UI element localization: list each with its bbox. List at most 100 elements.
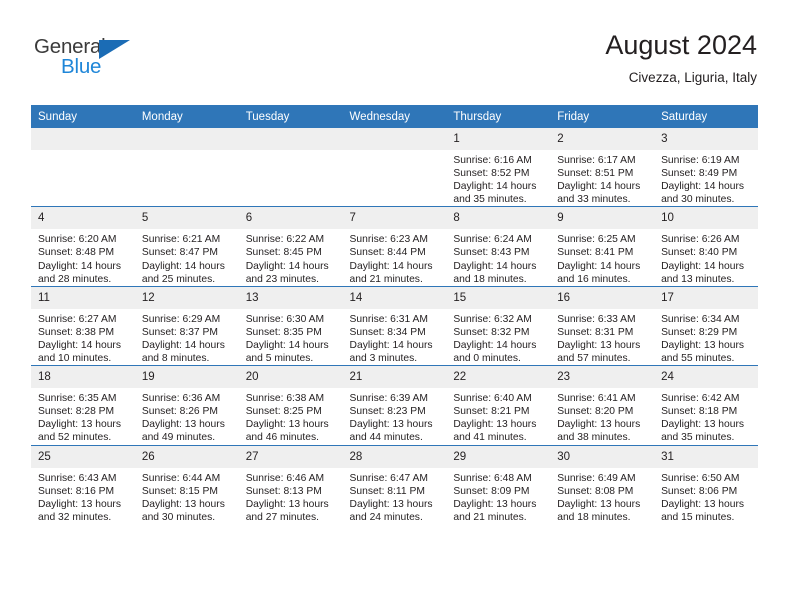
day-cell[interactable]: 7 Sunrise: 6:23 AM Sunset: 8:44 PM Dayli… (342, 206, 447, 287)
day-number: 30 (550, 445, 655, 468)
daylight-text: Daylight: 14 hours and 30 minutes. (661, 181, 745, 206)
day-cell[interactable]: 18 Sunrise: 6:35 AM Sunset: 8:28 PM Dayl… (31, 365, 135, 445)
day-cell[interactable]: 25 Sunrise: 6:43 AM Sunset: 8:16 PM Dayl… (31, 444, 135, 524)
day-details: Sunrise: 6:27 AM Sunset: 8:38 PM Dayligh… (31, 309, 135, 365)
day-number: 21 (342, 366, 447, 389)
week-row: 11 Sunrise: 6:27 AM Sunset: 8:38 PM Dayl… (31, 285, 758, 366)
day-cell[interactable] (238, 128, 343, 207)
day-cell[interactable]: 8 Sunrise: 6:24 AM Sunset: 8:43 PM Dayli… (446, 206, 551, 287)
sunrise-text: Sunrise: 6:24 AM (453, 234, 532, 246)
day-number: 23 (550, 366, 655, 389)
sunrise-text: Sunrise: 6:30 AM (245, 313, 325, 325)
day-cell[interactable]: 1 Sunrise: 6:16 AM Sunset: 8:52 PM Dayli… (446, 128, 551, 207)
sunrise-text: Sunrise: 6:27 AM (38, 313, 117, 325)
daylight-text: Daylight: 14 hours and 16 minutes. (557, 260, 641, 285)
sunset-text: Sunset: 8:48 PM (38, 247, 115, 259)
sunset-text: Sunset: 8:20 PM (557, 406, 634, 418)
logo-triangle-icon (99, 40, 130, 59)
day-details: Sunrise: 6:47 AM Sunset: 8:11 PM Dayligh… (343, 468, 447, 524)
day-cell[interactable]: 11 Sunrise: 6:27 AM Sunset: 8:38 PM Dayl… (31, 285, 135, 366)
sunset-text: Sunset: 8:06 PM (661, 485, 738, 497)
daylight-text: Daylight: 14 hours and 18 minutes. (453, 260, 537, 285)
daylight-text: Daylight: 13 hours and 30 minutes. (141, 498, 225, 523)
day-details: Sunrise: 6:21 AM Sunset: 8:47 PM Dayligh… (135, 229, 239, 285)
day-details: Sunrise: 6:43 AM Sunset: 8:16 PM Dayligh… (31, 468, 135, 524)
day-cell[interactable]: 29 Sunrise: 6:48 AM Sunset: 8:09 PM Dayl… (446, 444, 551, 524)
day-number: 8 (446, 207, 551, 230)
daylight-text: Daylight: 13 hours and 57 minutes. (557, 339, 641, 365)
sunrise-text: Sunrise: 6:33 AM (557, 313, 636, 325)
day-details: Sunrise: 6:36 AM Sunset: 8:26 PM Dayligh… (135, 388, 239, 444)
sunrise-text: Sunrise: 6:44 AM (141, 472, 221, 484)
day-cell[interactable]: 22 Sunrise: 6:40 AM Sunset: 8:21 PM Dayl… (446, 365, 551, 445)
sunrise-text: Sunrise: 6:25 AM (557, 234, 636, 246)
day-cell[interactable]: 2 Sunrise: 6:17 AM Sunset: 8:51 PM Dayli… (550, 128, 655, 207)
sunset-text: Sunset: 8:32 PM (453, 326, 530, 338)
sunset-text: Sunset: 8:11 PM (349, 485, 425, 497)
sunset-text: Sunset: 8:23 PM (349, 406, 426, 418)
day-details: Sunrise: 6:48 AM Sunset: 8:09 PM Dayligh… (446, 468, 550, 524)
sunset-text: Sunset: 8:21 PM (453, 406, 530, 418)
day-number (342, 128, 447, 150)
day-cell[interactable]: 23 Sunrise: 6:41 AM Sunset: 8:20 PM Dayl… (550, 365, 655, 445)
day-details: Sunrise: 6:22 AM Sunset: 8:45 PM Dayligh… (239, 229, 343, 285)
day-cell[interactable]: 31 Sunrise: 6:50 AM Sunset: 8:06 PM Dayl… (654, 444, 758, 524)
sunset-text: Sunset: 8:40 PM (661, 247, 738, 259)
day-number: 15 (446, 286, 551, 309)
day-cell[interactable]: 27 Sunrise: 6:46 AM Sunset: 8:13 PM Dayl… (238, 444, 343, 524)
day-number: 10 (654, 207, 758, 230)
day-cell[interactable]: 9 Sunrise: 6:25 AM Sunset: 8:41 PM Dayli… (550, 206, 655, 287)
weekday-header-sunday: Sunday (31, 105, 135, 128)
day-number (238, 128, 343, 150)
day-details: Sunrise: 6:41 AM Sunset: 8:20 PM Dayligh… (550, 388, 654, 444)
day-cell[interactable]: 26 Sunrise: 6:44 AM Sunset: 8:15 PM Dayl… (134, 444, 239, 524)
daylight-text: Daylight: 14 hours and 10 minutes. (38, 339, 121, 365)
day-details: Sunrise: 6:35 AM Sunset: 8:28 PM Dayligh… (31, 388, 135, 444)
sunset-text: Sunset: 8:25 PM (245, 406, 322, 418)
sunrise-text: Sunrise: 6:50 AM (661, 472, 740, 484)
day-number: 13 (238, 286, 343, 309)
daylight-text: Daylight: 13 hours and 15 minutes. (661, 498, 745, 523)
day-cell[interactable] (134, 128, 239, 207)
day-details: Sunrise: 6:17 AM Sunset: 8:51 PM Dayligh… (550, 150, 654, 206)
daylight-text: Daylight: 14 hours and 13 minutes. (661, 260, 745, 285)
day-cell[interactable]: 19 Sunrise: 6:36 AM Sunset: 8:26 PM Dayl… (134, 365, 239, 445)
weekday-header-friday: Friday (550, 105, 655, 128)
day-cell[interactable]: 30 Sunrise: 6:49 AM Sunset: 8:08 PM Dayl… (550, 444, 655, 524)
day-cell[interactable]: 14 Sunrise: 6:31 AM Sunset: 8:34 PM Dayl… (342, 285, 447, 366)
day-details: Sunrise: 6:31 AM Sunset: 8:34 PM Dayligh… (343, 309, 447, 365)
day-cell[interactable]: 10 Sunrise: 6:26 AM Sunset: 8:40 PM Dayl… (654, 206, 758, 287)
day-cell[interactable]: 4 Sunrise: 6:20 AM Sunset: 8:48 PM Dayli… (31, 206, 135, 287)
day-details (343, 150, 447, 154)
day-cell[interactable]: 6 Sunrise: 6:22 AM Sunset: 8:45 PM Dayli… (238, 206, 343, 287)
title-block: August 2024 Civezza, Liguria, Italy (605, 28, 757, 86)
sunrise-text: Sunrise: 6:46 AM (245, 472, 325, 484)
day-cell[interactable]: 20 Sunrise: 6:38 AM Sunset: 8:25 PM Dayl… (238, 365, 343, 445)
sunrise-text: Sunrise: 6:48 AM (453, 472, 532, 484)
calendar-body: 1 Sunrise: 6:16 AM Sunset: 8:52 PM Dayli… (31, 128, 758, 524)
weekday-header-wednesday: Wednesday (342, 105, 447, 128)
day-cell[interactable]: 24 Sunrise: 6:42 AM Sunset: 8:18 PM Dayl… (654, 365, 758, 445)
sunset-text: Sunset: 8:47 PM (141, 247, 218, 259)
day-number: 9 (550, 207, 655, 230)
daylight-text: Daylight: 14 hours and 28 minutes. (38, 260, 121, 285)
day-cell[interactable]: 5 Sunrise: 6:21 AM Sunset: 8:47 PM Dayli… (134, 206, 239, 287)
daylight-text: Daylight: 14 hours and 25 minutes. (141, 260, 225, 285)
day-details: Sunrise: 6:23 AM Sunset: 8:44 PM Dayligh… (343, 229, 447, 285)
week-row: 4 Sunrise: 6:20 AM Sunset: 8:48 PM Dayli… (31, 206, 758, 287)
weekday-header-monday: Monday (134, 105, 239, 128)
day-cell[interactable]: 12 Sunrise: 6:29 AM Sunset: 8:37 PM Dayl… (134, 285, 239, 366)
day-cell[interactable] (342, 128, 447, 207)
day-cell[interactable]: 3 Sunrise: 6:19 AM Sunset: 8:49 PM Dayli… (654, 128, 758, 207)
day-cell[interactable]: 17 Sunrise: 6:34 AM Sunset: 8:29 PM Dayl… (654, 285, 758, 366)
sunset-text: Sunset: 8:13 PM (245, 485, 322, 497)
day-details: Sunrise: 6:30 AM Sunset: 8:35 PM Dayligh… (239, 309, 343, 365)
sunrise-text: Sunrise: 6:39 AM (349, 393, 428, 405)
day-cell[interactable] (31, 128, 135, 207)
general-blue-logo[interactable]: General Blue (34, 36, 174, 84)
day-cell[interactable]: 15 Sunrise: 6:32 AM Sunset: 8:32 PM Dayl… (446, 285, 551, 366)
day-cell[interactable]: 21 Sunrise: 6:39 AM Sunset: 8:23 PM Dayl… (342, 365, 447, 445)
day-cell[interactable]: 13 Sunrise: 6:30 AM Sunset: 8:35 PM Dayl… (238, 285, 343, 366)
day-cell[interactable]: 28 Sunrise: 6:47 AM Sunset: 8:11 PM Dayl… (342, 444, 447, 524)
day-cell[interactable]: 16 Sunrise: 6:33 AM Sunset: 8:31 PM Dayl… (550, 285, 655, 366)
